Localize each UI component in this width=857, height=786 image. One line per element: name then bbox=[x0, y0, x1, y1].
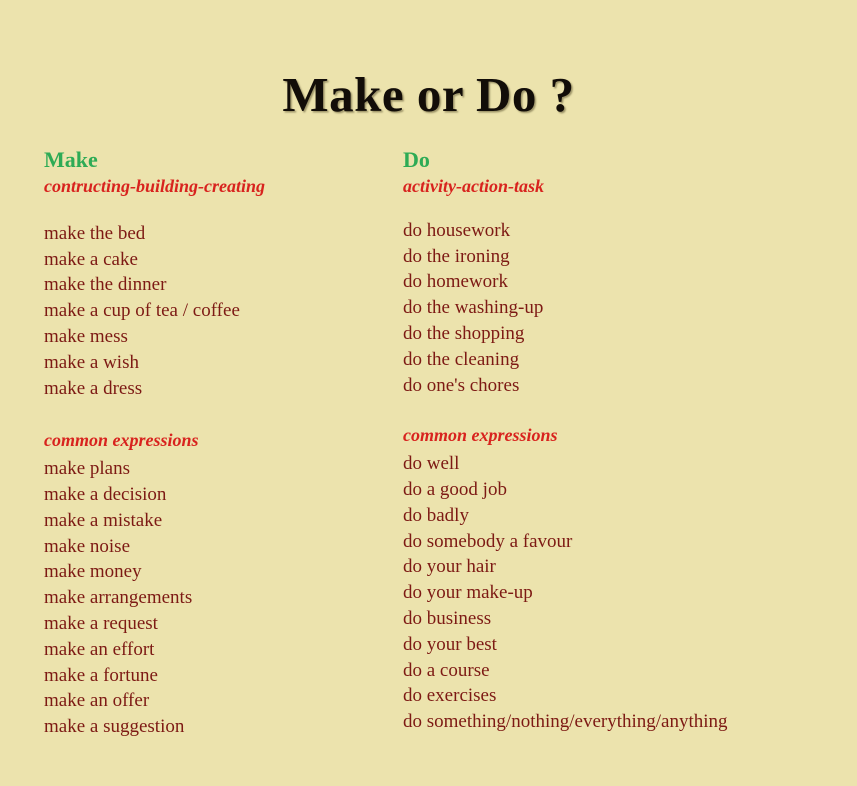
list-item: make the bed bbox=[44, 222, 146, 244]
make-common-expressions-label: common expressions bbox=[44, 430, 199, 451]
column-make-heading: Make bbox=[44, 147, 98, 172]
list-item: do business bbox=[403, 608, 492, 630]
list-item: make a request bbox=[44, 613, 158, 635]
list-item: do homework bbox=[403, 271, 509, 293]
column-make: Make contructing-building-creating make … bbox=[44, 148, 384, 740]
list-item: do exercises bbox=[403, 685, 497, 707]
list-item: do one's chores bbox=[403, 374, 520, 396]
make-common-expressions-list: make plans make a decision make a mistak… bbox=[44, 456, 384, 740]
list-item: make plans bbox=[44, 458, 131, 480]
list-item: make a wish bbox=[44, 351, 139, 373]
worksheet-page: Make or Do ? Make contructing-building-c… bbox=[0, 0, 857, 786]
list-item: make a decision bbox=[44, 484, 167, 506]
list-item: make a dress bbox=[44, 377, 143, 399]
column-do-heading: Do bbox=[403, 147, 430, 172]
list-item: make an offer bbox=[44, 690, 150, 712]
list-item: do a good job bbox=[403, 479, 507, 501]
list-item: make mess bbox=[44, 326, 128, 348]
list-item: do a course bbox=[403, 659, 490, 681]
list-item: make noise bbox=[44, 535, 131, 557]
list-item: do badly bbox=[403, 504, 469, 526]
list-item: make money bbox=[44, 561, 142, 583]
list-item: do your best bbox=[403, 633, 497, 655]
do-common-expressions-list: do well do a good job do badly do somebo… bbox=[403, 451, 843, 735]
list-item: do something/nothing/everything/anything bbox=[403, 711, 728, 733]
list-item: make a fortune bbox=[44, 664, 158, 686]
list-item: do housework bbox=[403, 219, 511, 241]
list-item: do your hair bbox=[403, 556, 496, 578]
page-title: Make or Do ? bbox=[282, 67, 575, 122]
list-item: do the ironing bbox=[403, 245, 510, 267]
list-item: do somebody a favour bbox=[403, 530, 573, 552]
columns-container: Make contructing-building-creating make … bbox=[0, 148, 857, 768]
list-item: do the washing-up bbox=[403, 297, 544, 319]
list-item: do your make-up bbox=[403, 582, 533, 604]
column-do: Do activity-action-task do housework do … bbox=[403, 148, 843, 735]
list-item: do the cleaning bbox=[403, 348, 520, 370]
column-do-subheading: activity-action-task bbox=[403, 176, 544, 197]
make-primary-list: make the bed make a cake make the dinner… bbox=[44, 221, 384, 402]
list-item: make arrangements bbox=[44, 587, 193, 609]
list-item: make a cake bbox=[44, 248, 138, 270]
list-item: make an effort bbox=[44, 638, 155, 660]
do-primary-list: do housework do the ironing do homework … bbox=[403, 218, 843, 399]
list-item: make a suggestion bbox=[44, 716, 185, 738]
column-make-subheading: contructing-building-creating bbox=[44, 176, 266, 197]
list-item: make a mistake bbox=[44, 509, 163, 531]
list-item: make a cup of tea / coffee bbox=[44, 300, 240, 322]
do-common-expressions-label: common expressions bbox=[403, 425, 558, 446]
list-item: make the dinner bbox=[44, 274, 167, 296]
list-item: do the shopping bbox=[403, 323, 525, 345]
list-item: do well bbox=[403, 453, 460, 475]
